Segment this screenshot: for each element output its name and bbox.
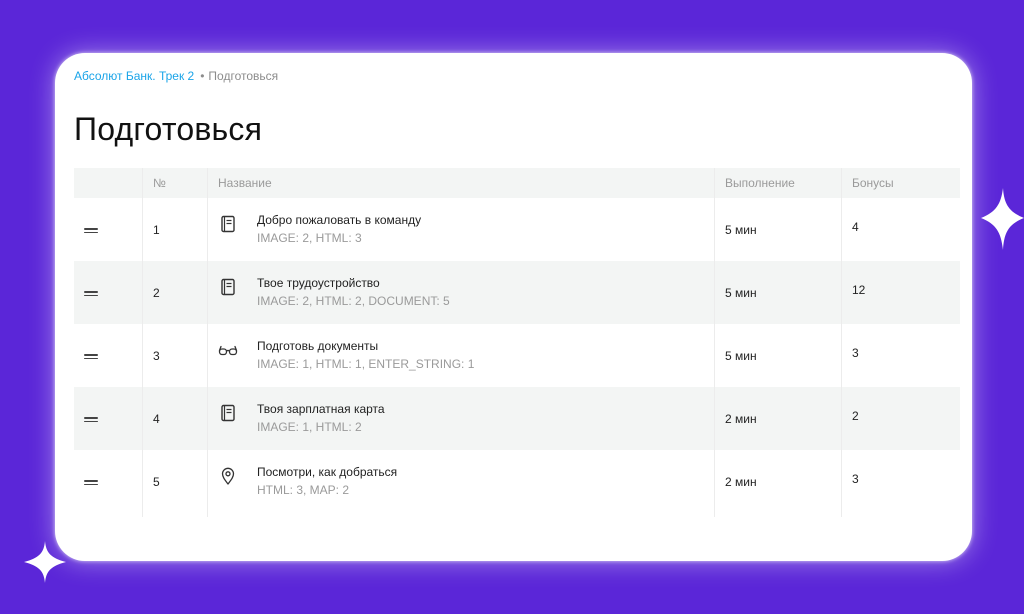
row-title-group: Посмотри, как добраться HTML: 3, MAP: 2 — [257, 465, 397, 497]
row-title[interactable]: Подготовь документы — [257, 339, 474, 354]
row-title[interactable]: Твоя зарплатная карта — [257, 402, 385, 417]
row-bonus: 2 — [852, 409, 859, 423]
column-divider — [841, 168, 842, 517]
row-number: 4 — [153, 412, 160, 426]
lessons-table: № Название Выполнение Бонусы 1 Добро пож… — [74, 168, 960, 517]
drag-handle-icon[interactable] — [84, 480, 98, 485]
row-title[interactable]: Добро пожаловать в команду — [257, 213, 421, 228]
row-duration: 2 мин — [725, 475, 757, 489]
row-number: 2 — [153, 286, 160, 300]
drag-handle-icon[interactable] — [84, 417, 98, 422]
breadcrumb-separator: • — [200, 69, 205, 83]
row-duration: 5 мин — [725, 286, 757, 300]
row-title-group: Подготовь документы IMAGE: 1, HTML: 1, E… — [257, 339, 474, 371]
row-number: 1 — [153, 223, 160, 237]
header-bonus: Бонусы — [852, 176, 894, 190]
sparkle-top-right-icon — [981, 188, 1024, 250]
drag-handle-icon[interactable] — [84, 354, 98, 359]
glasses-icon — [218, 340, 238, 360]
column-divider — [142, 168, 143, 517]
row-title[interactable]: Твое трудоустройство — [257, 276, 450, 291]
breadcrumb-current: Подготовься — [208, 69, 279, 83]
map-pin-icon — [218, 466, 238, 486]
book-icon — [218, 277, 238, 297]
row-duration: 5 мин — [725, 349, 757, 363]
row-subtitle: HTML: 3, MAP: 2 — [257, 483, 350, 497]
column-divider — [207, 168, 208, 517]
book-icon — [218, 403, 238, 423]
page-title: Подготовься — [74, 111, 263, 147]
header-number: № — [153, 176, 166, 190]
row-number: 5 — [153, 475, 160, 489]
row-subtitle: IMAGE: 2, HTML: 2, DOCUMENT: 5 — [257, 294, 450, 308]
header-name: Название — [218, 176, 272, 190]
header-duration: Выполнение — [725, 176, 795, 190]
row-subtitle: IMAGE: 1, HTML: 2 — [257, 420, 362, 434]
breadcrumb: Абсолют Банк. Трек 2 • Подготовься — [74, 69, 278, 83]
row-duration: 5 мин — [725, 223, 757, 237]
row-title-group: Твоя зарплатная карта IMAGE: 1, HTML: 2 — [257, 402, 385, 434]
row-title-group: Добро пожаловать в команду IMAGE: 2, HTM… — [257, 213, 421, 245]
book-icon — [218, 214, 238, 234]
breadcrumb-parent-link[interactable]: Абсолют Банк. Трек 2 — [74, 69, 194, 83]
main-card: Абсолют Банк. Трек 2 • Подготовься Подгото… — [55, 53, 972, 561]
row-number: 3 — [153, 349, 160, 363]
row-title[interactable]: Посмотри, как добраться — [257, 465, 397, 480]
drag-handle-icon[interactable] — [84, 228, 98, 233]
row-subtitle: IMAGE: 2, HTML: 3 — [257, 231, 362, 245]
row-title-group: Твое трудоустройство IMAGE: 2, HTML: 2, … — [257, 276, 450, 308]
row-bonus: 4 — [852, 220, 859, 234]
row-bonus: 12 — [852, 283, 866, 297]
row-bonus: 3 — [852, 472, 859, 486]
row-subtitle: IMAGE: 1, HTML: 1, ENTER_STRING: 1 — [257, 357, 475, 371]
background-frame: Абсолют Банк. Трек 2 • Подготовься Подгото… — [0, 0, 1024, 614]
row-bonus: 3 — [852, 346, 859, 360]
column-divider — [714, 168, 715, 517]
row-duration: 2 мин — [725, 412, 757, 426]
drag-handle-icon[interactable] — [84, 291, 98, 296]
